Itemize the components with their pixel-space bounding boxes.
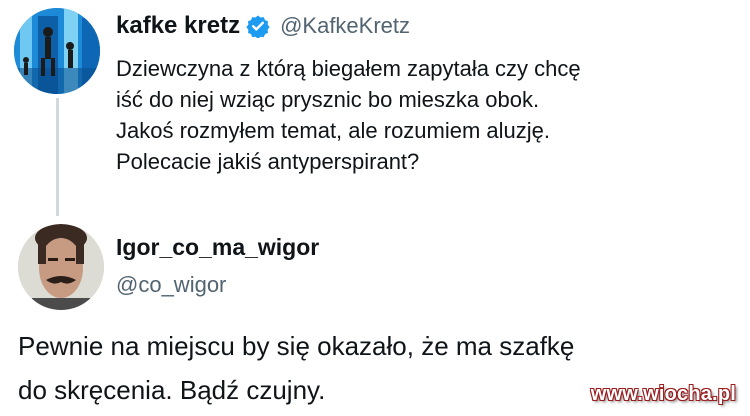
thread-connector-line [56,98,59,216]
reply-author-name[interactable]: Igor_co_ma_wigor [116,234,319,261]
tweet-text-line: Polecacie jakiś antyperspirant? [116,149,420,174]
tweet-text-line: Dziewczyna z którą biegałem zapytała czy… [116,56,581,81]
avatar-image [18,224,104,310]
verified-badge-icon [246,14,270,39]
avatar-image [14,8,100,94]
author-name[interactable]: kafke kretz [116,12,240,40]
avatar-igor[interactable] [18,224,104,310]
avatar-kafke-kretz[interactable] [14,8,100,94]
site-watermark: www.wiocha.pl [590,383,736,405]
author-handle[interactable]: @KafkeKretz [280,13,410,39]
reply-text-line: Pewnie na miejscu by się okazało, że ma … [18,331,575,361]
tweet-text-line: Jakoś rozmyłem temat, ale rozumiem aluzj… [116,118,551,143]
reply-author-handle[interactable]: @co_wigor [116,272,226,298]
tweet-text: Dziewczyna z którą biegałem zapytała czy… [116,53,736,177]
tweet-text-line: iść do niej wziąc prysznic bo mieszka ob… [116,87,540,112]
original-tweet: kafke kretz @KafkeKretz Dziewczyna z któ… [0,0,750,220]
tweet-header: kafke kretz @KafkeKretz [116,12,410,40]
